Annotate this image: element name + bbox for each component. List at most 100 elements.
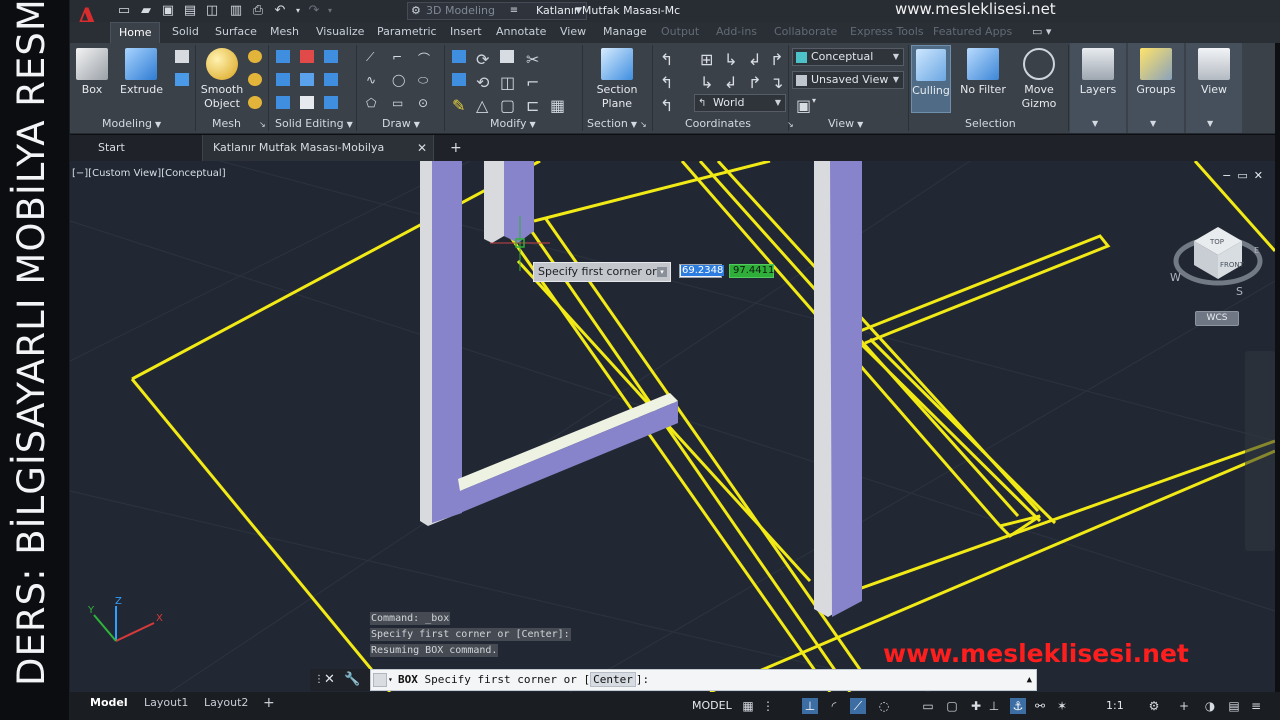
layers-button[interactable]: Layers bbox=[1076, 48, 1120, 97]
dynamic-input-y[interactable]: 97.4411 bbox=[729, 264, 774, 278]
array-grid-icon[interactable]: ▦ bbox=[550, 96, 565, 115]
spline-icon[interactable]: ∿ bbox=[366, 73, 380, 87]
line-icon[interactable]: ⟋ bbox=[366, 50, 380, 64]
undo-dropdown-icon[interactable]: ▾ bbox=[290, 3, 306, 19]
mirror-icon[interactable]: ⟲ bbox=[476, 73, 490, 92]
array-icon[interactable] bbox=[452, 73, 466, 86]
compass-south[interactable]: S bbox=[1236, 285, 1243, 298]
arc-icon[interactable]: ⌒ bbox=[418, 50, 432, 66]
tab-annotate[interactable]: Annotate bbox=[496, 25, 546, 38]
panel-modify-label[interactable]: Modify ▼ bbox=[490, 117, 536, 130]
tab-add-ins[interactable]: Add-ins bbox=[716, 25, 757, 38]
tab-solid[interactable]: Solid bbox=[172, 25, 199, 38]
gear-icon[interactable]: ⚙ bbox=[1146, 698, 1162, 714]
ucs-icon-toggle[interactable]: ↰ bbox=[660, 96, 674, 115]
annotation-scale[interactable]: 1:1 bbox=[1106, 699, 1124, 712]
close-icon[interactable]: ✕ bbox=[324, 669, 335, 691]
ucs-named-icon[interactable]: ⊞ bbox=[700, 50, 714, 69]
ribbon-minimize-icon[interactable]: ▭ ▾ bbox=[1032, 25, 1051, 38]
rectangle-icon[interactable]: ▭ bbox=[392, 96, 406, 110]
viewport-config-icon[interactable]: ▣ bbox=[796, 96, 811, 115]
3d-model-scene[interactable]: Z X Y TOP FRONT W S E bbox=[70, 161, 1275, 692]
compass-east[interactable]: E bbox=[1254, 246, 1259, 255]
tab-surface[interactable]: Surface bbox=[215, 25, 257, 38]
tab-start[interactable]: Start bbox=[88, 135, 135, 161]
intersect-icon[interactable] bbox=[324, 50, 338, 63]
panel-solid-editing-label[interactable]: Solid Editing ▼ bbox=[275, 117, 353, 130]
panel-modeling-label[interactable]: Modeling ▼ bbox=[102, 117, 161, 130]
viewport-label[interactable]: [−][Custom View][Conceptual] bbox=[72, 168, 226, 179]
chevron-up-icon[interactable]: ▲ bbox=[1027, 670, 1032, 690]
qat-menu-icon[interactable]: ≡ bbox=[506, 3, 522, 19]
rotate3d-icon[interactable]: ⟳ bbox=[476, 50, 490, 69]
cube-top-label[interactable]: TOP bbox=[1209, 238, 1224, 246]
circle-icon[interactable]: ◯ bbox=[392, 73, 406, 87]
ucs-icon[interactable]: ↰ bbox=[660, 50, 674, 69]
open-folder-icon[interactable]: ▰ bbox=[138, 3, 154, 19]
panel-coordinates-label[interactable]: Coordinates ↘ bbox=[685, 117, 794, 130]
center-option[interactable]: Center bbox=[590, 672, 636, 687]
imprint-icon[interactable] bbox=[300, 96, 314, 109]
polar-icon[interactable]: ◜ bbox=[826, 698, 842, 714]
ellipse-icon[interactable]: ⬭ bbox=[418, 73, 432, 87]
layout-tab-model[interactable]: Model bbox=[90, 694, 128, 712]
transparency-icon[interactable]: ✚ bbox=[968, 698, 984, 714]
tab-output[interactable]: Output bbox=[661, 25, 699, 38]
object-snap-icon[interactable]: ◌ bbox=[876, 698, 892, 714]
print-icon[interactable]: ⎙ bbox=[250, 3, 266, 19]
ucs-face-icon[interactable]: ↴ bbox=[770, 73, 784, 92]
saved-view-dropdown[interactable]: Unsaved View ▼ bbox=[792, 71, 904, 89]
add-layout-plus-icon[interactable]: + bbox=[263, 694, 275, 712]
ortho-icon[interactable]: ⊥ bbox=[802, 698, 818, 714]
slice-icon[interactable] bbox=[300, 73, 314, 86]
chevron-down-icon[interactable]: ▾ bbox=[388, 670, 393, 690]
cube-front-label[interactable]: FRONT bbox=[1220, 261, 1245, 269]
wcs-menu[interactable]: WCS bbox=[1195, 311, 1239, 326]
extrude-button[interactable]: Extrude bbox=[120, 48, 163, 97]
3d-osnap-icon[interactable]: ▭ bbox=[920, 698, 936, 714]
interfere-icon[interactable] bbox=[276, 73, 290, 86]
erase-icon[interactable]: ✎ bbox=[452, 96, 466, 115]
view-expand-icon[interactable]: ▼ bbox=[1207, 119, 1213, 128]
culling-button[interactable]: Culling bbox=[911, 45, 951, 113]
snap-icon[interactable]: ⋮ bbox=[760, 698, 776, 714]
thicken-icon[interactable] bbox=[324, 73, 338, 86]
selection-cycling-icon[interactable]: ⚓ bbox=[1010, 698, 1026, 714]
tab-parametric[interactable]: Parametric bbox=[377, 25, 437, 38]
presspull-icon[interactable] bbox=[175, 73, 189, 86]
new-tab-plus-icon[interactable]: + bbox=[440, 135, 472, 161]
new-file-icon[interactable]: ▭ bbox=[116, 3, 132, 19]
recent-commands-icon[interactable] bbox=[373, 673, 387, 687]
subtract-icon[interactable] bbox=[300, 50, 314, 63]
tab-view[interactable]: View bbox=[560, 25, 586, 38]
panel-selection-label[interactable]: Selection bbox=[965, 117, 1016, 130]
visual-style-dropdown[interactable]: Conceptual ▼ bbox=[792, 48, 904, 66]
viewport-window-controls[interactable]: −▭✕ bbox=[1222, 169, 1269, 182]
tab-insert[interactable]: Insert bbox=[450, 25, 482, 38]
ucs-3point-icon[interactable]: ↱ bbox=[770, 50, 784, 69]
layout-tab-layout2[interactable]: Layout2 bbox=[204, 694, 248, 712]
separate-icon[interactable] bbox=[324, 96, 338, 109]
panel-draw-label[interactable]: Draw ▼ bbox=[382, 117, 420, 130]
ucs-x-icon[interactable]: ↰ bbox=[660, 73, 674, 92]
tab-express-tools[interactable]: Express Tools bbox=[850, 25, 924, 38]
panel-section-label[interactable]: Section ▼ ↘ bbox=[587, 117, 647, 130]
tab-active-drawing[interactable]: Katlanır Mutfak Masası-Mobilya Resmi* ✕ bbox=[202, 135, 434, 180]
annotation-icon[interactable]: ⚯ bbox=[1032, 698, 1048, 714]
section-plane-button[interactable]: Section Plane bbox=[590, 48, 644, 111]
save-as-icon[interactable]: ▤ bbox=[182, 3, 198, 19]
ucs-world-dropdown[interactable]: ↰ World ▼ bbox=[694, 94, 786, 112]
redo-icon[interactable]: ↷ bbox=[306, 3, 322, 19]
drawing-viewport[interactable]: Z X Y TOP FRONT W S E [−][Custom View][C… bbox=[70, 161, 1275, 692]
lineweight-icon[interactable]: ▢ bbox=[944, 698, 960, 714]
hardware-acceleration-icon[interactable]: ▤ bbox=[1226, 698, 1242, 714]
plus-icon[interactable]: + bbox=[1176, 698, 1192, 714]
smooth-object-button[interactable]: Smooth Object bbox=[200, 48, 244, 111]
model-space-toggle[interactable]: MODEL bbox=[692, 699, 732, 712]
grid-icon[interactable]: ▦ bbox=[740, 698, 756, 714]
save-icon[interactable]: ▣ bbox=[160, 3, 176, 19]
move-gizmo-button[interactable]: Move Gizmo bbox=[1016, 48, 1062, 111]
save-web-icon[interactable]: ▥ bbox=[228, 3, 244, 19]
redo-dropdown-icon[interactable]: ▾ bbox=[322, 3, 338, 19]
options-icon[interactable]: ▾ bbox=[657, 267, 667, 277]
